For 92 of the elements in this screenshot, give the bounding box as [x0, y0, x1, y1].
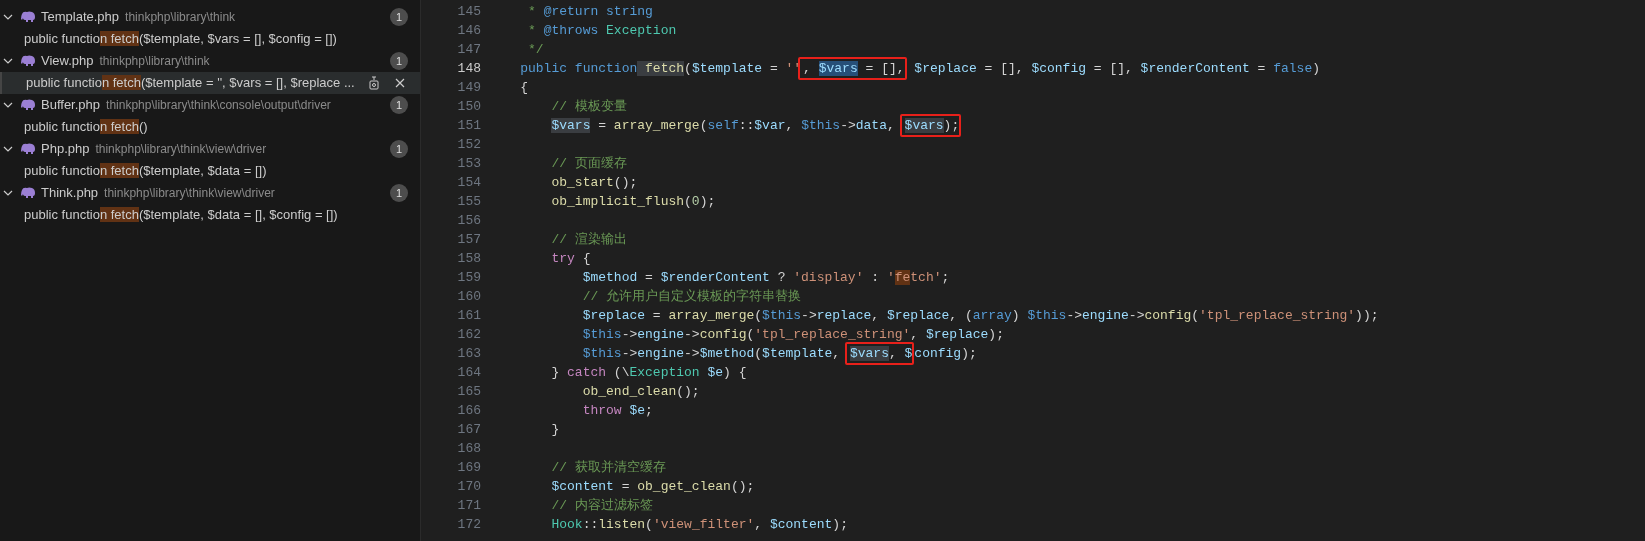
code-text: $method = $renderContent ? 'display' : ' — [582, 269, 895, 285]
code-text: */ — [528, 41, 544, 57]
file-name[interactable]: Php.php — [41, 139, 90, 159]
line-number: 157 — [456, 230, 481, 249]
line-number: 163 — [456, 344, 481, 363]
file-path: thinkphp\library\think\console\output\driver — [106, 97, 331, 114]
line-number: 159 — [456, 268, 481, 287]
line-number: 154 — [456, 173, 481, 192]
line-number: 167 — [456, 420, 481, 439]
line-number: 149 — [456, 78, 481, 97]
code-text: * @throws Exception — [528, 22, 677, 38]
code-text: , $ — [888, 345, 913, 361]
line-number: 161 — [456, 306, 481, 325]
file-name[interactable]: Think.php — [41, 183, 99, 203]
line-number: 150 — [456, 97, 481, 116]
code-text: // 内容过滤标签 — [551, 497, 653, 513]
code-text: ); — [943, 117, 960, 133]
code-text: tch'; — [910, 269, 950, 285]
highlighted-text: $vars — [904, 117, 944, 133]
search-result[interactable]: public function fetch($template, $data = [], $config = []) — [0, 204, 420, 226]
match-count-badge: 1 — [390, 96, 408, 114]
elephant-icon — [20, 187, 36, 199]
search-result[interactable]: public function fetch($template = '', $vars = [], $replace ... — [0, 72, 420, 94]
elephant-icon — [20, 55, 36, 67]
search-result[interactable]: public function fetch($template, $data = []) — [0, 160, 420, 182]
code-text: * @return string — [528, 3, 653, 19]
elephant-icon — [20, 11, 36, 23]
code-text: // 页面缓存 — [551, 155, 627, 171]
search-result[interactable]: public function fetch() — [0, 116, 420, 138]
code-text: ob_implicit_flush(0); — [551, 193, 716, 209]
code-text: $this->engine->config('tpl_replace_string', $replace); — [582, 326, 1004, 342]
code-text: // 获取并清空缓存 — [551, 459, 666, 475]
elephant-icon — [20, 99, 36, 111]
file-path: thinkphp\library\think — [125, 9, 236, 26]
line-number: 145 — [456, 2, 481, 21]
file-name[interactable]: Template.php — [41, 7, 120, 27]
code-text: config); — [914, 345, 977, 361]
file-path: thinkphp\library\think — [99, 53, 210, 70]
line-number: 156 — [456, 211, 481, 230]
code-text: $content = ob_get_clean(); — [551, 478, 755, 494]
highlighted-text: fetch — [637, 60, 685, 76]
line-number: 171 — [456, 496, 481, 515]
elephant-icon — [20, 143, 36, 155]
line-number: 164 — [456, 363, 481, 382]
code-text: { — [520, 79, 529, 95]
highlighted-text: $vars — [551, 117, 591, 133]
code-text: } catch (\Exception $e) { — [551, 364, 747, 380]
line-number: 158 — [456, 249, 481, 268]
code-text: // 模板变量 — [551, 98, 627, 114]
code-text: public function — [520, 60, 638, 76]
code-text: = [], — [864, 60, 905, 76]
line-number: 168 — [456, 439, 481, 458]
code-text: $replace = [], $config = [], $renderContent = false) — [913, 60, 1321, 76]
line-number: 148 — [456, 59, 481, 78]
line-number: 166 — [456, 401, 481, 420]
search-result[interactable]: public function fetch($template, $vars = [], $config = []) — [0, 28, 420, 50]
code-text: ob_end_clean(); — [582, 383, 700, 399]
highlighted-text: $vars — [818, 60, 858, 76]
line-number: 172 — [456, 515, 481, 534]
code-text: // 允许用户自定义模板的字符串替换 — [582, 288, 802, 304]
code-text: try { — [551, 250, 591, 266]
line-number: 165 — [456, 382, 481, 401]
file-path: thinkphp\library\think\view\driver — [104, 185, 275, 202]
match-count-badge: 1 — [390, 8, 408, 26]
match-count-badge: 1 — [390, 140, 408, 158]
code-text: $this->engine->$method($template, — [582, 345, 842, 361]
file-path: thinkphp\library\think\view\driver — [95, 141, 267, 158]
line-number: 169 — [456, 458, 481, 477]
file-name[interactable]: View.php — [41, 51, 94, 71]
file-name[interactable]: Buffer.php — [41, 95, 101, 115]
match-count-badge: 1 — [390, 184, 408, 202]
code-text: , — [803, 60, 812, 76]
match-count-badge: 1 — [390, 52, 408, 70]
highlighted-text: $vars — [849, 345, 889, 361]
line-number: 162 — [456, 325, 481, 344]
line-number: 160 — [456, 287, 481, 306]
line-number: 155 — [456, 192, 481, 211]
line-number: 152 — [456, 135, 481, 154]
line-number: 146 — [456, 21, 481, 40]
code-text: = array_merge(self::$var, $this->data, — [597, 117, 896, 133]
highlighted-text: fe — [894, 269, 911, 285]
code-text: throw $e; — [582, 402, 653, 418]
line-number: 153 — [456, 154, 481, 173]
code-text: } — [551, 421, 560, 437]
code-text: Hook::listen('view_filter', $content); — [551, 516, 848, 532]
code-text: // 渲染输出 — [551, 231, 627, 247]
code-text: ob_start(); — [551, 174, 638, 190]
code-text: ($template = '' — [684, 60, 802, 76]
line-number: 147 — [456, 40, 481, 59]
line-number: 170 — [456, 477, 481, 496]
code-text: $replace = array_merge($this->replace, $replace, (array) $this->engine->config('tpl_replace_string')); — [582, 307, 1379, 323]
line-number: 151 — [456, 116, 481, 135]
